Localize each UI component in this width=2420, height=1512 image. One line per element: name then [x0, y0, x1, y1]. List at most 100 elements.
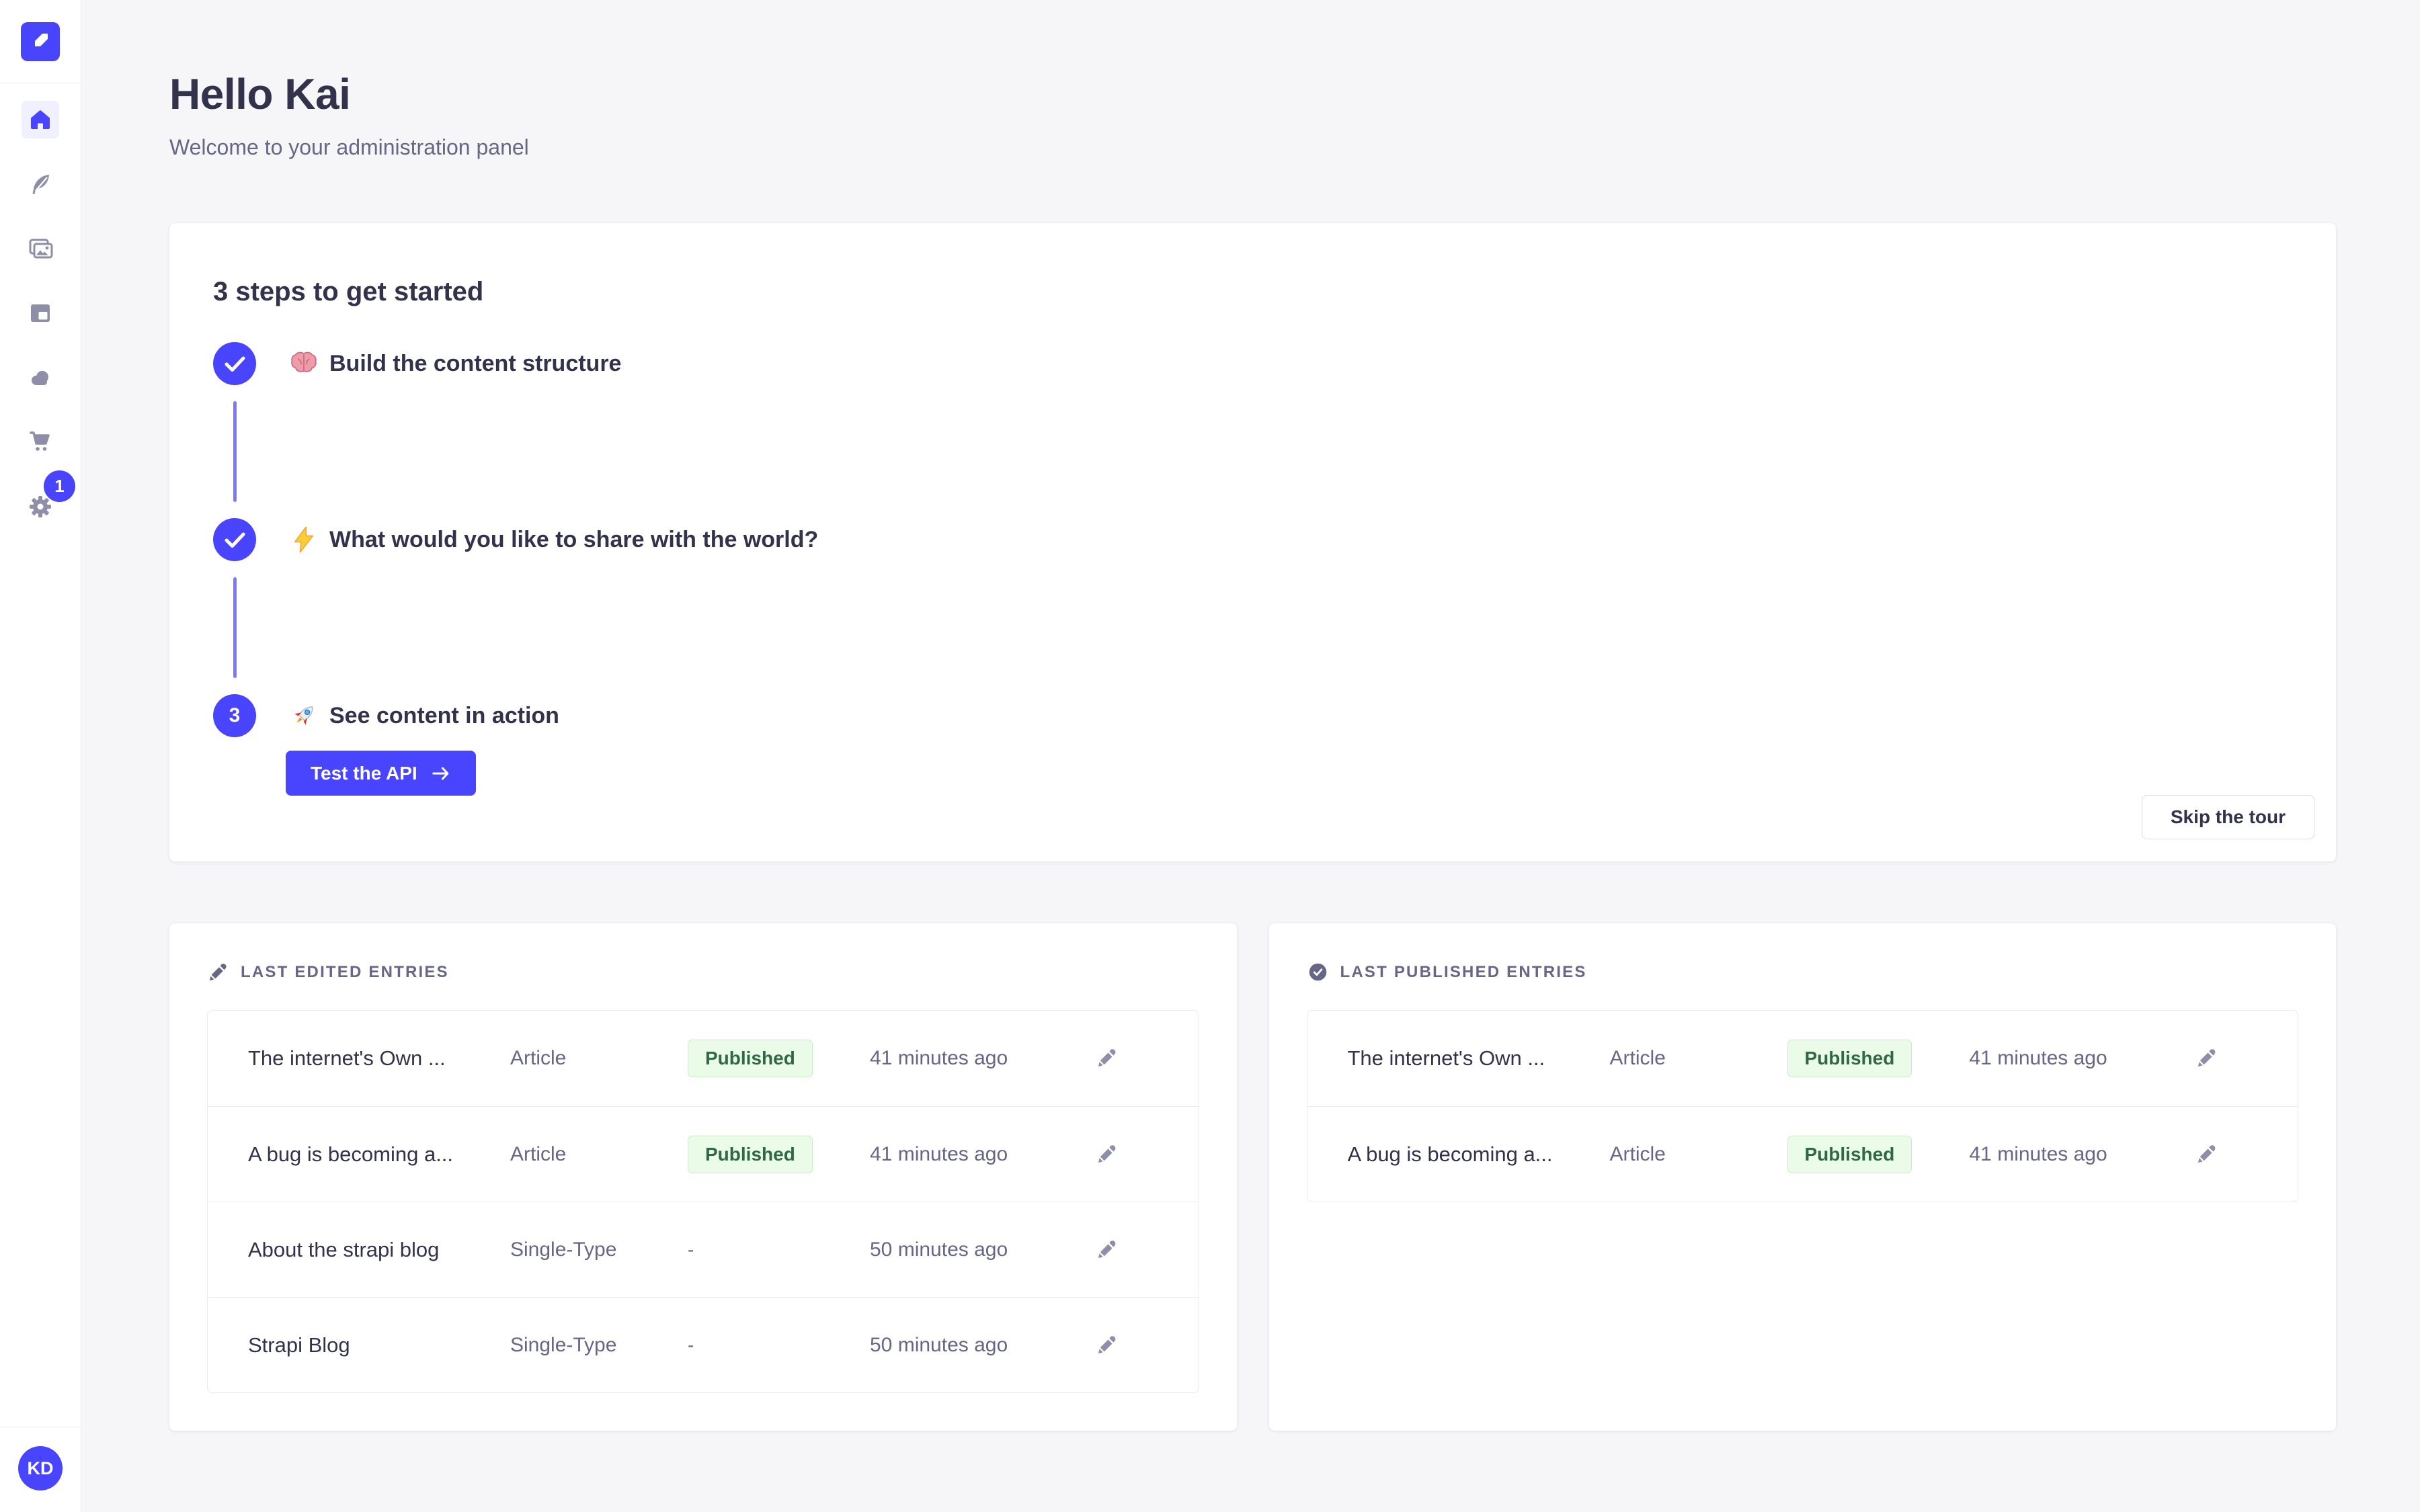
entry-kind: Article	[1610, 1047, 1787, 1070]
entry-status-cell: Published	[1787, 1136, 1970, 1173]
pencil-icon	[207, 961, 229, 983]
rocket-emoji	[289, 701, 319, 730]
widgets-row: LAST EDITED ENTRIES The internet's Own .…	[169, 923, 2336, 1431]
feather-icon	[27, 171, 54, 198]
status-badge: Published	[1787, 1136, 1912, 1173]
pencil-icon	[1096, 1046, 1119, 1069]
last-edited-table: The internet's Own ... Article Published…	[207, 1010, 1199, 1393]
sidebar-item-content[interactable]	[22, 165, 59, 203]
entry-kind: Article	[510, 1047, 688, 1070]
entry-kind: Article	[510, 1143, 688, 1166]
status-badge: Published	[688, 1136, 813, 1173]
page-subtitle: Welcome to your administration panel	[169, 135, 2336, 160]
step-2-label: What would you like to share with the wo…	[329, 527, 818, 553]
entry-kind: Single-Type	[510, 1334, 688, 1357]
sidebar-item-content-type-builder[interactable]	[22, 294, 59, 332]
page-header: Hello Kai Welcome to your administration…	[169, 69, 2336, 160]
zap-emoji	[289, 525, 319, 554]
step-1-done-circle	[213, 342, 256, 385]
pencil-icon	[1096, 1142, 1119, 1165]
last-edited-widget: LAST EDITED ENTRIES The internet's Own .…	[169, 923, 1237, 1431]
sidebar: 1 KD	[0, 0, 81, 1512]
sidebar-item-media-library[interactable]	[22, 230, 59, 267]
entry-title: A bug is becoming a...	[1348, 1142, 1610, 1167]
images-icon	[27, 235, 54, 262]
page-title: Hello Kai	[169, 69, 2336, 119]
table-row: About the strapi blog Single-Type - 50 m…	[208, 1202, 1199, 1297]
table-row: A bug is becoming a... Article Published…	[1307, 1106, 2298, 1202]
guided-tour-title: 3 steps to get started	[213, 277, 2292, 307]
pencil-icon	[2195, 1046, 2218, 1069]
last-edited-header: LAST EDITED ENTRIES	[207, 961, 1199, 983]
entry-time: 41 minutes ago	[870, 1143, 1095, 1166]
entry-status-cell: Published	[688, 1040, 870, 1077]
status-badge: Published	[688, 1040, 813, 1077]
step-3-label-row[interactable]: See content in action	[289, 701, 559, 730]
entry-status-cell: -	[688, 1335, 870, 1356]
logo-container	[0, 0, 81, 83]
cart-icon	[27, 429, 54, 456]
cloud-icon	[27, 364, 54, 391]
step-connector	[233, 401, 237, 502]
edit-entry-button[interactable]	[2195, 1046, 2219, 1070]
check-icon	[213, 518, 256, 561]
step-1: Build the content structure	[213, 342, 2292, 385]
entry-title: A bug is becoming a...	[248, 1142, 510, 1167]
edit-entry-button[interactable]	[1095, 1046, 1119, 1070]
step-1-label-row[interactable]: Build the content structure	[289, 349, 621, 378]
entry-status-cell: Published	[1787, 1040, 1970, 1077]
step-3-label: See content in action	[329, 703, 559, 729]
table-row: Strapi Blog Single-Type - 50 minutes ago	[208, 1297, 1199, 1392]
sidebar-item-settings[interactable]: 1	[22, 488, 59, 526]
pencil-icon	[1096, 1238, 1119, 1261]
edit-entry-button[interactable]	[1095, 1333, 1119, 1357]
notification-badge: 1	[44, 470, 75, 502]
widget-title: LAST EDITED ENTRIES	[241, 963, 449, 982]
step-2-done-circle	[213, 518, 256, 561]
entry-time: 41 minutes ago	[1970, 1143, 2195, 1166]
edit-entry-button[interactable]	[2195, 1142, 2219, 1167]
home-icon	[27, 106, 54, 133]
entry-kind: Single-Type	[510, 1238, 688, 1261]
sidebar-nav: 1	[22, 101, 59, 526]
last-published-widget: LAST PUBLISHED ENTRIES The internet's Ow…	[1269, 923, 2337, 1431]
entry-title: About the strapi blog	[248, 1238, 510, 1262]
entry-time: 41 minutes ago	[1970, 1047, 2195, 1070]
entry-title: Strapi Blog	[248, 1333, 510, 1357]
table-row: The internet's Own ... Article Published…	[1307, 1011, 2298, 1106]
last-published-header: LAST PUBLISHED ENTRIES	[1307, 961, 2299, 983]
edit-entry-button[interactable]	[1095, 1142, 1119, 1167]
table-row: The internet's Own ... Article Published…	[208, 1011, 1199, 1106]
step-2: What would you like to share with the wo…	[213, 518, 2292, 561]
test-api-label: Test the API	[311, 763, 417, 784]
step-connector	[233, 577, 237, 678]
table-row: A bug is becoming a... Article Published…	[208, 1106, 1199, 1202]
entry-time: 41 minutes ago	[870, 1047, 1095, 1070]
pencil-icon	[2195, 1142, 2218, 1165]
pencil-icon	[1096, 1333, 1119, 1356]
step-3-number: 3	[229, 704, 241, 727]
test-api-button[interactable]: Test the API	[286, 751, 476, 796]
last-published-table: The internet's Own ... Article Published…	[1307, 1010, 2299, 1202]
entry-title: The internet's Own ...	[1348, 1046, 1610, 1070]
guided-tour-card: 3 steps to get started Build the content…	[169, 223, 2336, 862]
status-badge: -	[688, 1335, 694, 1356]
layout-icon	[27, 300, 54, 327]
status-badge: -	[688, 1239, 694, 1261]
avatar[interactable]: KD	[18, 1446, 63, 1490]
step-3-number-circle: 3	[213, 694, 256, 737]
sidebar-item-home[interactable]	[22, 101, 59, 138]
check-circle-icon	[1307, 961, 1329, 983]
arrow-right-icon	[431, 763, 451, 784]
edit-entry-button[interactable]	[1095, 1238, 1119, 1262]
main-content: Hello Kai Welcome to your administration…	[81, 0, 2420, 1431]
brain-emoji	[289, 349, 319, 378]
sidebar-footer: KD	[0, 1427, 81, 1512]
skip-tour-button[interactable]: Skip the tour	[2142, 795, 2314, 839]
sidebar-item-marketplace[interactable]	[22, 423, 59, 461]
step-2-label-row[interactable]: What would you like to share with the wo…	[289, 525, 818, 554]
entry-time: 50 minutes ago	[870, 1238, 1095, 1261]
sidebar-item-cloud[interactable]	[22, 359, 59, 396]
strapi-logo	[21, 22, 60, 61]
status-badge: Published	[1787, 1040, 1912, 1077]
